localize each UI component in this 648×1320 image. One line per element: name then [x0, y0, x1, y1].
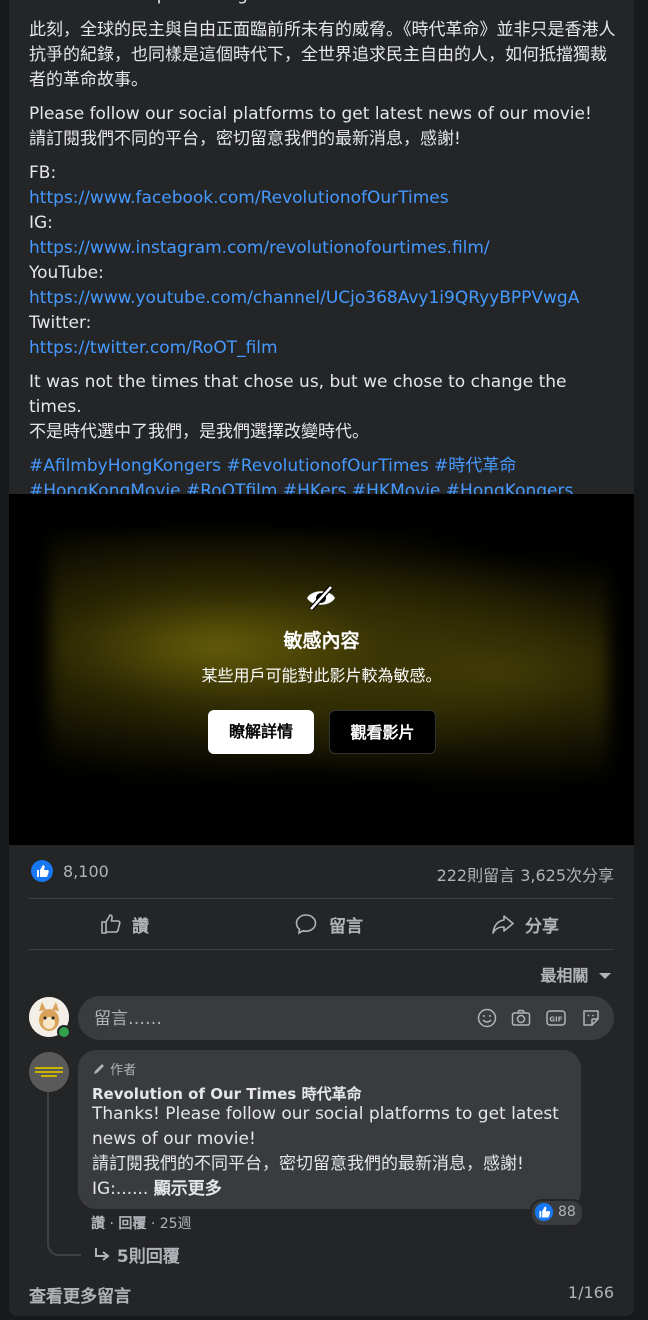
quote-en: It was not the times that chose us, but … — [29, 372, 567, 417]
sensitive-video-overlay[interactable]: 敏感內容 某些用戶可能對此影片較為敏感。 瞭解詳情 觀看影片 — [9, 494, 634, 845]
view-more-comments-link[interactable]: 查看更多留言 — [29, 1282, 131, 1307]
page-avatar[interactable] — [29, 1052, 69, 1092]
learn-more-button[interactable]: 瞭解詳情 — [208, 710, 314, 754]
post-card: and dictatorships of our globe. 此刻，全球的民主… — [9, 0, 634, 1316]
sensitive-title: 敏感內容 — [283, 630, 360, 652]
author-badge: 作者 — [92, 1059, 136, 1078]
comment-line-en: Thanks! Please follow our social platfor… — [92, 1104, 559, 1149]
hashtag[interactable]: #AfilmbyHongKongers — [29, 456, 221, 476]
link-youtube[interactable]: https://www.youtube.com/channel/UCjo368A… — [29, 286, 619, 311]
emoji-icon[interactable] — [476, 1007, 498, 1029]
share-button[interactable]: 分享 — [419, 899, 614, 949]
online-status-dot — [57, 1025, 71, 1039]
post-clipped-line: and dictatorships of our globe. — [29, 0, 290, 8]
caret-down-icon — [599, 973, 611, 979]
post-paragraph-zh: 此刻，全球的民主與自由正面臨前所未有的威脅。《時代革命》並非只是香港人抗爭的紀錄… — [29, 20, 616, 90]
comment-button[interactable]: 留言 — [224, 899, 419, 949]
view-replies-link[interactable]: 5則回覆 — [93, 1242, 180, 1267]
like-reaction-icon — [534, 1202, 554, 1222]
post-actions: 讚 留言 分享 — [29, 899, 614, 949]
gif-icon[interactable]: GIF — [545, 1007, 567, 1029]
comment-label: 留言 — [329, 917, 363, 937]
comment-sort-dropdown[interactable]: 最相關 — [540, 962, 612, 986]
follow-en: Please follow our social platforms to ge… — [29, 104, 592, 124]
page-logo-image — [29, 1052, 69, 1092]
thumbs-up-icon — [101, 914, 121, 934]
divider — [29, 949, 614, 950]
camera-icon[interactable] — [510, 1007, 532, 1029]
comment-age[interactable]: 25週 — [160, 1216, 192, 1232]
replies-label: 5則回覆 — [116, 1247, 180, 1267]
sticker-icon[interactable] — [580, 1007, 602, 1029]
social-links: FB: https://www.facebook.com/Revolutiono… — [29, 161, 619, 361]
comment-line-ig: IG:...... — [92, 1179, 149, 1199]
comment-bubble-icon — [295, 914, 317, 935]
watch-video-button[interactable]: 觀看影片 — [329, 710, 436, 754]
share-label: 分享 — [525, 917, 559, 937]
like-reaction-icon[interactable] — [31, 860, 53, 882]
social-label-twitter: Twitter: — [29, 313, 92, 333]
eye-slash-icon — [307, 585, 335, 611]
comment-reply-link[interactable]: 回覆 — [118, 1216, 146, 1232]
reaction-count[interactable]: 8,100 — [63, 862, 109, 881]
social-label-fb: FB: — [29, 163, 57, 183]
sensitive-subtitle: 某些用戶可能對此影片較為敏感。 — [201, 666, 442, 685]
svg-text:GIF: GIF — [549, 1016, 562, 1024]
social-label-youtube: YouTube: — [29, 263, 104, 283]
see-more-link[interactable]: 顯示更多 — [154, 1179, 222, 1199]
comment-like-link[interactable]: 讚 — [91, 1216, 105, 1232]
comment-line-zh: 請訂閱我們的不同平台，密切留意我們的最新消息，感謝! — [92, 1154, 524, 1174]
link-instagram[interactable]: https://www.instagram.com/revolutionofou… — [29, 236, 619, 261]
comments-shares-count[interactable]: 222則留言 3,625次分享 — [437, 862, 614, 886]
comment-composer[interactable]: GIF — [78, 996, 614, 1042]
link-facebook[interactable]: https://www.facebook.com/RevolutionofOur… — [29, 186, 619, 211]
pencil-icon — [94, 1064, 104, 1074]
comment-reaction-count[interactable]: 88 — [530, 1199, 584, 1227]
quote-zh: 不是時代選中了我們，是我們選擇改變時代。 — [29, 422, 369, 442]
link-twitter[interactable]: https://twitter.com/RoOT_film — [29, 336, 619, 361]
like-button[interactable]: 讚 — [29, 899, 224, 949]
follow-zh: 請訂閱我們不同的平台，密切留意我們的最新消息，感謝! — [29, 129, 461, 149]
author-badge-label: 作者 — [110, 1063, 137, 1078]
comment-author-name[interactable]: Revolution of Our Times 時代革命 — [92, 1083, 362, 1104]
hashtag[interactable]: #RevolutionofOurTimes — [226, 456, 428, 476]
sort-label: 最相關 — [540, 966, 589, 985]
comment-meta: 讚 · 回覆 · 25週 — [91, 1216, 192, 1232]
comment-pager: 1/166 — [567, 1283, 614, 1302]
reply-thread-line — [47, 1090, 81, 1256]
comment-input[interactable] — [92, 996, 456, 1042]
comment-body: Thanks! Please follow our social platfor… — [92, 1102, 572, 1202]
share-arrow-icon — [492, 915, 514, 934]
comment-bubble: 作者 Revolution of Our Times 時代革命 Thanks! … — [78, 1050, 581, 1209]
post-text: 此刻，全球的民主與自由正面臨前所未有的威脅。《時代革命》並非只是香港人抗爭的紀錄… — [29, 18, 619, 513]
hashtag[interactable]: #時代革命 — [434, 456, 516, 476]
current-user-avatar[interactable] — [29, 997, 71, 1039]
comment-reaction-number: 88 — [558, 1204, 576, 1220]
reply-arrow-icon — [95, 1248, 110, 1261]
post-stats: 8,100 222則留言 3,625次分享 — [29, 858, 614, 888]
like-label: 讚 — [132, 917, 149, 937]
social-label-ig: IG: — [29, 213, 53, 233]
